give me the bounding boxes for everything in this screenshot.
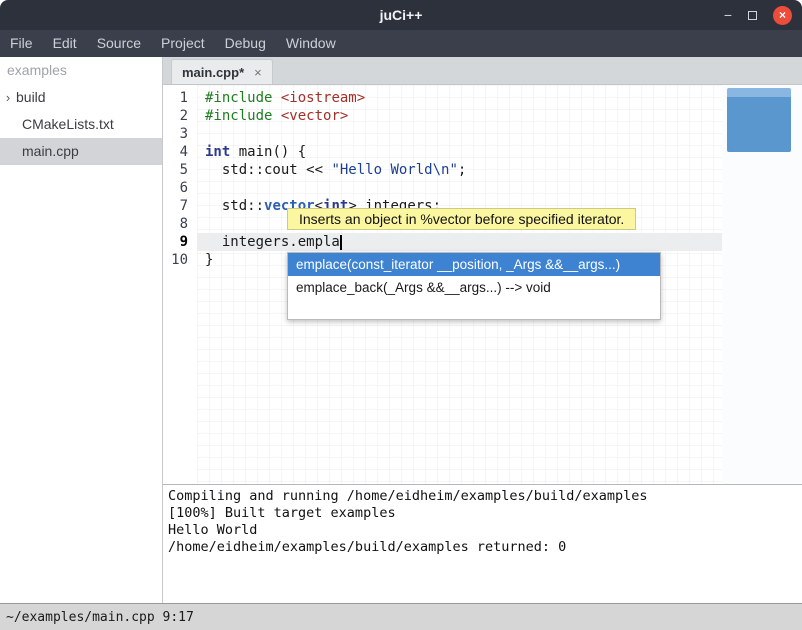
tab-close-icon[interactable]: × xyxy=(254,65,262,80)
tab-bar: main.cpp* × xyxy=(163,57,802,85)
status-bar: ~/examples/main.cpp 9:17 xyxy=(0,603,802,630)
source-map xyxy=(722,85,802,484)
restore-icon xyxy=(748,11,757,20)
project-name: examples xyxy=(0,57,162,84)
main-area: main.cpp* × 12345678910 #include <iostre… xyxy=(163,57,802,603)
terminal-line: Hello World xyxy=(168,522,797,539)
window-title: juCi++ xyxy=(0,0,802,30)
menu-item-edit[interactable]: Edit xyxy=(43,30,87,57)
file-tree: ›buildCMakeLists.txtmain.cpp xyxy=(0,84,162,165)
line-number: 2 xyxy=(163,107,197,125)
tree-item-main-cpp[interactable]: main.cpp xyxy=(0,138,162,165)
menu-item-source[interactable]: Source xyxy=(87,30,151,57)
tree-item-label: CMakeLists.txt xyxy=(22,111,114,138)
app-body: examples ›buildCMakeLists.txtmain.cpp ma… xyxy=(0,57,802,603)
code-line[interactable] xyxy=(197,125,722,143)
file-tree-panel: examples ›buildCMakeLists.txtmain.cpp xyxy=(0,57,163,603)
line-number: 1 xyxy=(163,89,197,107)
completion-item[interactable]: emplace(const_iterator __position, _Args… xyxy=(288,253,660,276)
tree-item-label: main.cpp xyxy=(22,138,79,165)
terminal-line: /home/eidheim/examples/build/examples re… xyxy=(168,539,797,556)
text-caret xyxy=(340,235,342,250)
minimize-button[interactable]: − xyxy=(724,6,732,24)
terminal-line: [100%] Built target examples xyxy=(168,505,797,522)
source-map-slider[interactable] xyxy=(727,88,791,152)
editor: 12345678910 #include <iostream>#include … xyxy=(163,85,802,484)
line-number: 10 xyxy=(163,251,197,269)
line-number: 7 xyxy=(163,197,197,215)
close-button[interactable]: × xyxy=(773,6,792,25)
expander-icon[interactable]: › xyxy=(0,84,16,111)
code-line[interactable]: #include <iostream> xyxy=(197,89,722,107)
menu-item-file[interactable]: File xyxy=(0,30,43,57)
tree-item-label: build xyxy=(16,84,46,111)
jucipp-window: juCi++ − × FileEditSourceProjectDebugWin… xyxy=(0,0,802,630)
line-number: 8 xyxy=(163,215,197,233)
line-number: 3 xyxy=(163,125,197,143)
code-line[interactable]: std::cout << "Hello World\n"; xyxy=(197,161,722,179)
completion-doc-tooltip: Inserts an object in %vector before spec… xyxy=(287,208,636,230)
menu-bar: FileEditSourceProjectDebugWindow xyxy=(0,30,802,57)
output-panel[interactable]: Compiling and running /home/eidheim/exam… xyxy=(163,484,802,603)
titlebar[interactable]: juCi++ − × xyxy=(0,0,802,30)
completion-item[interactable]: emplace_back(_Args &&__args...) --> void xyxy=(288,276,660,299)
tree-item-cmakelists-txt[interactable]: CMakeLists.txt xyxy=(0,111,162,138)
menu-item-project[interactable]: Project xyxy=(151,30,215,57)
code-line[interactable]: integers.empla xyxy=(197,233,722,251)
window-controls: − × xyxy=(724,0,792,30)
maximize-button[interactable] xyxy=(748,6,757,24)
menu-item-debug[interactable]: Debug xyxy=(215,30,276,57)
line-number: 5 xyxy=(163,161,197,179)
line-number: 6 xyxy=(163,179,197,197)
terminal-line: Compiling and running /home/eidheim/exam… xyxy=(168,488,797,505)
line-number: 9 xyxy=(163,233,197,251)
line-number-gutter: 12345678910 xyxy=(163,85,197,484)
menu-item-window[interactable]: Window xyxy=(276,30,346,57)
code-line[interactable]: int main() { xyxy=(197,143,722,161)
tab-label: main.cpp* xyxy=(182,65,244,80)
code-line[interactable]: #include <vector> xyxy=(197,107,722,125)
completion-popup: emplace(const_iterator __position, _Args… xyxy=(287,252,661,320)
tree-item-build[interactable]: ›build xyxy=(0,84,162,111)
code-line[interactable] xyxy=(197,179,722,197)
tab-main-cpp[interactable]: main.cpp* × xyxy=(171,59,273,84)
status-location: ~/examples/main.cpp 9:17 xyxy=(6,610,194,625)
line-number: 4 xyxy=(163,143,197,161)
